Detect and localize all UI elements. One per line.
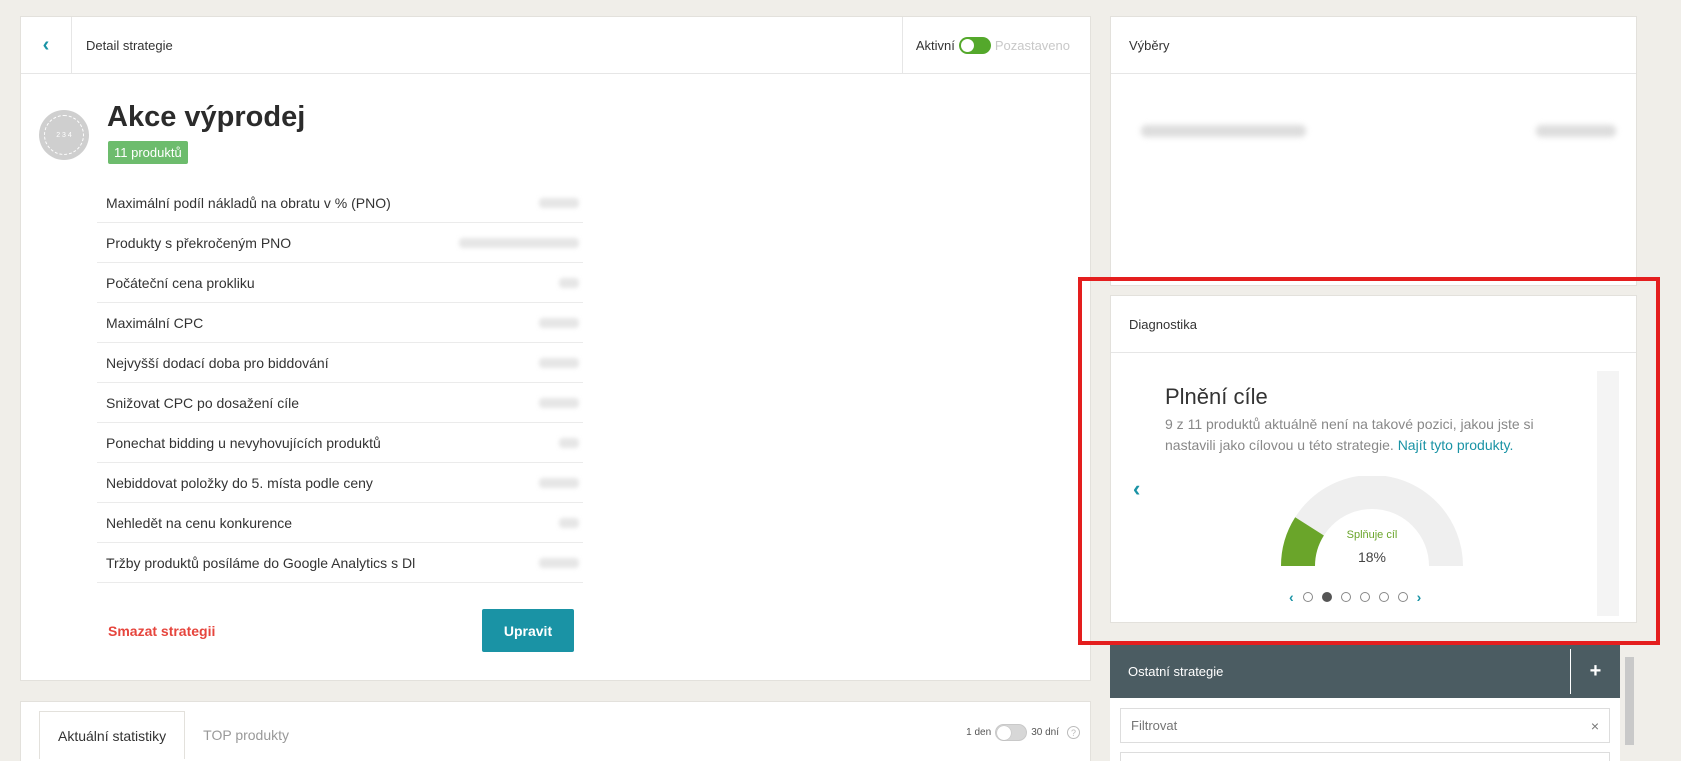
add-strategy-button[interactable]: + [1570, 649, 1620, 694]
blurred-selection-name[interactable] [1141, 125, 1306, 137]
param-row: Ponechat bidding u nevyhovujících produk… [97, 423, 583, 463]
chevron-left-icon: ‹ [42, 33, 50, 56]
param-value-blurred [459, 237, 579, 248]
param-row: Počáteční cena prokliku [97, 263, 583, 303]
strategy-list-item[interactable] [1120, 752, 1610, 761]
param-label: Maximální CPC [106, 314, 204, 331]
param-value-blurred [539, 357, 579, 368]
selections-card: Výběry [1110, 16, 1637, 286]
tab-current-stats[interactable]: Aktuální statistiky [39, 711, 186, 759]
tab-top-products[interactable]: TOP produkty [185, 711, 307, 759]
status-toggle[interactable]: Aktivní Pozastaveno [901, 17, 1090, 73]
edit-button[interactable]: Upravit [482, 609, 574, 652]
period-long-label: 30 dní [1031, 727, 1059, 738]
status-paused-label: Pozastaveno [994, 37, 1070, 53]
param-row: Maximální CPC [97, 303, 583, 343]
detail-header-title: Detail strategie [86, 37, 173, 53]
filter-field[interactable]: × [1120, 708, 1610, 743]
strategy-params-list: Maximální podíl nákladů na obratu v % (P… [97, 183, 583, 583]
param-label: Počáteční cena prokliku [106, 274, 255, 291]
highlight-frame [1078, 277, 1660, 645]
period-short-label: 1 den [966, 727, 992, 738]
scrollbar[interactable] [1625, 657, 1634, 745]
help-icon[interactable]: ? [1067, 726, 1080, 739]
back-button[interactable]: ‹ [21, 17, 72, 73]
param-label: Tržby produktů posíláme do Google Analyt… [106, 554, 416, 571]
period-toggle[interactable]: 1 den 30 dní ? [966, 724, 1080, 741]
param-label: Nejvyšší dodací doba pro biddování [106, 354, 329, 371]
blurred-selection-count [1536, 125, 1616, 137]
other-strategies-header: Ostatní strategie + [1110, 645, 1620, 698]
param-label: Snižovat CPC po dosažení cíle [106, 394, 299, 411]
period-switch[interactable] [995, 724, 1028, 741]
param-row: Nebiddovat položky do 5. místa podle cen… [97, 463, 583, 503]
param-label: Ponechat bidding u nevyhovujících produk… [106, 434, 381, 451]
param-label: Maximální podíl nákladů na obratu v % (P… [106, 194, 391, 211]
status-active-label: Aktivní [915, 37, 955, 53]
delete-strategy-link[interactable]: Smazat strategii [108, 623, 215, 639]
param-row: Nehledět na cenu konkurence [97, 503, 583, 543]
param-value-blurred [559, 437, 579, 448]
param-label: Nehledět na cenu konkurence [106, 514, 293, 531]
strategy-title: Akce výprodej [107, 101, 306, 133]
param-row: Snižovat CPC po dosažení cíle [97, 383, 583, 423]
param-value-blurred [539, 397, 579, 408]
param-label: Nebiddovat položky do 5. místa podle cen… [106, 474, 373, 491]
clear-icon[interactable]: × [1591, 718, 1599, 734]
param-label: Produkty s překročeným PNO [106, 234, 292, 251]
filter-input[interactable] [1131, 718, 1551, 733]
strategy-detail-card: ‹ Detail strategie Aktivní Pozastaveno 2… [20, 16, 1091, 681]
param-row: Nejvyšší dodací doba pro biddování [97, 343, 583, 383]
stats-tabs: Aktuální statistiky TOP produkty [39, 711, 307, 759]
status-switch[interactable] [958, 36, 991, 54]
product-count-badge[interactable]: 11 produktů [108, 141, 188, 164]
param-value-blurred [539, 477, 579, 488]
strategy-avatar: 2 3 4 [39, 110, 89, 160]
param-value-blurred [559, 517, 579, 528]
selections-title: Výběry [1111, 17, 1636, 74]
other-strategies-title: Ostatní strategie [1128, 664, 1224, 679]
param-value-blurred [559, 277, 579, 288]
stats-card: Aktuální statistiky TOP produkty 1 den 3… [20, 701, 1091, 761]
param-row: Produkty s překročeným PNO [97, 223, 583, 263]
param-value-blurred [539, 197, 579, 208]
other-strategies-card: Ostatní strategie + × [1110, 645, 1620, 761]
param-row: Maximální podíl nákladů na obratu v % (P… [97, 183, 583, 223]
detail-header: ‹ Detail strategie Aktivní Pozastaveno [21, 17, 1090, 74]
param-value-blurred [539, 557, 579, 568]
param-value-blurred [539, 317, 579, 328]
param-row: Tržby produktů posíláme do Google Analyt… [97, 543, 583, 583]
